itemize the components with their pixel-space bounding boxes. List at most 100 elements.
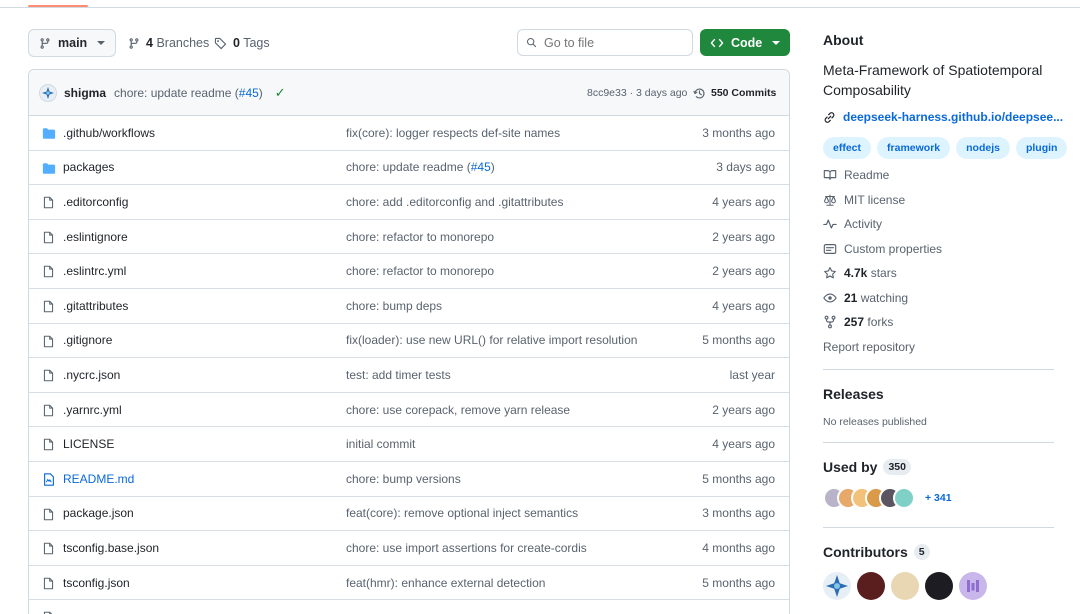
used-by-heading[interactable]: Used by 350 (823, 459, 911, 475)
file-row[interactable]: .eslintrc.yml chore: refactor to monorepo… (29, 254, 789, 289)
history-icon (693, 87, 705, 99)
go-to-file-field[interactable] (517, 29, 693, 56)
readme-label: Readme (844, 168, 890, 182)
homepage-link[interactable]: deepseek-harness.github.io/deepsee... (823, 110, 1063, 124)
file-name[interactable]: tsconfig.base.json (63, 541, 159, 555)
releases-heading[interactable]: Releases (823, 386, 884, 402)
contributors-heading[interactable]: Contributors 5 (823, 544, 930, 560)
check-icon[interactable]: ✓ (275, 85, 286, 101)
branch-icon (129, 37, 139, 49)
topic-tag[interactable]: effect (823, 137, 872, 159)
branch-name: main (58, 36, 88, 50)
file-row[interactable]: .gitattributes chore: bump deps 4 years ag… (29, 289, 789, 324)
file-icon (42, 576, 56, 591)
file-row[interactable]: .yarnrc.yml chore: use corepack, remove y… (29, 393, 789, 428)
file-row[interactable]: package.json feat(core): remove optional … (29, 497, 789, 532)
file-name[interactable]: .gitignore (63, 333, 112, 347)
file-commit-text: feat(core): remove optional inject seman… (346, 506, 579, 521)
forks-link[interactable]: 257 forks (823, 315, 893, 329)
file-row[interactable]: .github/workflows fix(core): logger respe… (29, 116, 789, 151)
avatar[interactable] (959, 572, 987, 600)
file-name[interactable]: LICENSE (63, 437, 114, 451)
file-commit-message[interactable]: chore: bump deps (346, 299, 442, 313)
file-row[interactable]: .gitignore fix(loader): use new URL() for… (29, 324, 789, 359)
avatar[interactable] (823, 572, 851, 600)
branch-select-button[interactable]: main (28, 29, 116, 57)
file-name[interactable]: .github/workflows (63, 126, 155, 140)
license-link[interactable]: MIT license (823, 193, 905, 207)
file-commit-message[interactable]: chore: update readme (#45) (346, 160, 495, 174)
file-row[interactable]: LICENSE initial commit 4 years ago (29, 427, 789, 462)
file-row[interactable]: tsconfig.json feat(hmr): enhance external… (29, 566, 789, 601)
activity-link[interactable]: Activity (823, 217, 882, 231)
code-button[interactable]: Code (700, 29, 790, 56)
file-commit-message[interactable]: chore: use import assertions for create-… (346, 541, 587, 555)
file-name[interactable]: packages (63, 160, 114, 174)
used-by-count: 350 (883, 459, 911, 475)
folder-icon (42, 126, 56, 141)
file-row[interactable]: tsconfig.base.json chore: use import asse… (29, 531, 789, 566)
file-commit-message[interactable]: fix(core): logger respects def-site name… (346, 126, 560, 140)
file-name[interactable]: tsconfig.json (63, 576, 130, 590)
commit-pr-link[interactable]: #45 (239, 86, 259, 100)
file-row[interactable]: .editorconfig chore: add .editorconfig an… (29, 185, 789, 220)
tags-link[interactable]: 0 Tags (214, 29, 270, 57)
file-commit-text: fix(loader): use new URL() for relative … (346, 333, 638, 348)
file-commit-message[interactable]: fix(loader): use new URL() for relative … (346, 333, 637, 347)
custom-properties-link[interactable]: Custom properties (823, 242, 942, 256)
file-name[interactable]: .gitattributes (63, 299, 128, 313)
file-commit-message[interactable]: feat(core): remove optional inject seman… (346, 506, 578, 520)
file-name[interactable]: README.md (63, 472, 134, 486)
sidebar-divider (823, 442, 1054, 443)
readme-link[interactable]: Readme (823, 168, 889, 182)
releases-note: No releases published (823, 416, 927, 428)
file-row[interactable]: .eslintignore chore: refactor to monorepo… (29, 220, 789, 255)
topic-tag[interactable]: plugin (1015, 137, 1068, 159)
commit-hash-date[interactable]: 8cc9e33 · 3 days ago (587, 70, 687, 116)
file-name[interactable]: .editorconfig (63, 195, 128, 209)
commit-message[interactable]: chore: update readme (#45) (114, 86, 263, 100)
file-commit-pr-link[interactable]: #45 (471, 160, 491, 174)
file-commit-message[interactable]: chore: bump versions (346, 472, 461, 486)
file-row[interactable]: .nycrc.json test: add timer tests last yea… (29, 358, 789, 393)
contributors-count: 5 (913, 544, 930, 560)
file-commit-text: chore: bump versions (346, 471, 461, 486)
file-commit-message[interactable]: chore: refactor to monorepo (346, 264, 494, 278)
avatar[interactable] (891, 572, 919, 600)
avatar[interactable] (925, 572, 953, 600)
branch-icon (40, 37, 50, 49)
file-commit-message[interactable]: chore: use corepack, remove yarn release (346, 403, 570, 417)
branches-link[interactable]: 4 Branches (128, 29, 209, 57)
file-name[interactable]: .eslintignore (63, 230, 128, 244)
law-icon (824, 194, 836, 206)
file-name[interactable]: .nycrc.json (63, 368, 120, 382)
file-row[interactable] (29, 600, 789, 614)
commit-author[interactable]: shigma (64, 86, 106, 100)
file-commit-message[interactable]: test: add timer tests (346, 368, 451, 382)
topics-list: effect framework nodejs plugin (823, 137, 1068, 159)
folder-icon (42, 161, 56, 176)
file-commit-text: fix(core): logger respects def-site name… (346, 125, 561, 140)
file-name[interactable]: .yarnrc.yml (63, 403, 122, 417)
go-to-file-input[interactable] (544, 35, 684, 50)
watchers-link[interactable]: 21 watching (823, 291, 908, 305)
file-commit-message[interactable]: initial commit (346, 437, 415, 451)
file-row[interactable]: README.md chore: bump versions 5 months ag… (29, 462, 789, 497)
stars-link[interactable]: 4.7k stars (823, 266, 897, 280)
commits-link[interactable]: 550 Commits (693, 70, 776, 116)
report-repository-link[interactable]: Report repository (823, 340, 915, 354)
file-commit-date: 4 years ago (712, 194, 775, 209)
author-avatar[interactable] (39, 83, 57, 102)
file-name[interactable]: package.json (63, 506, 134, 520)
topic-tag[interactable]: nodejs (956, 137, 1010, 159)
commit-message-end: ) (258, 85, 263, 100)
used-by-avatars[interactable]: + 341 (823, 487, 952, 509)
file-commit-message[interactable]: chore: refactor to monorepo (346, 230, 494, 244)
file-row[interactable]: packages chore: update readme (#45) 3 days… (29, 151, 789, 186)
avatar[interactable] (857, 572, 885, 600)
file-commit-message[interactable]: chore: add .editorconfig and .gitattribu… (346, 195, 563, 209)
file-name[interactable]: .eslintrc.yml (63, 264, 126, 278)
used-by-more-link[interactable]: + 341 (925, 492, 952, 504)
topic-tag[interactable]: framework (877, 137, 951, 159)
file-commit-message[interactable]: feat(hmr): enhance external detection (346, 576, 545, 590)
